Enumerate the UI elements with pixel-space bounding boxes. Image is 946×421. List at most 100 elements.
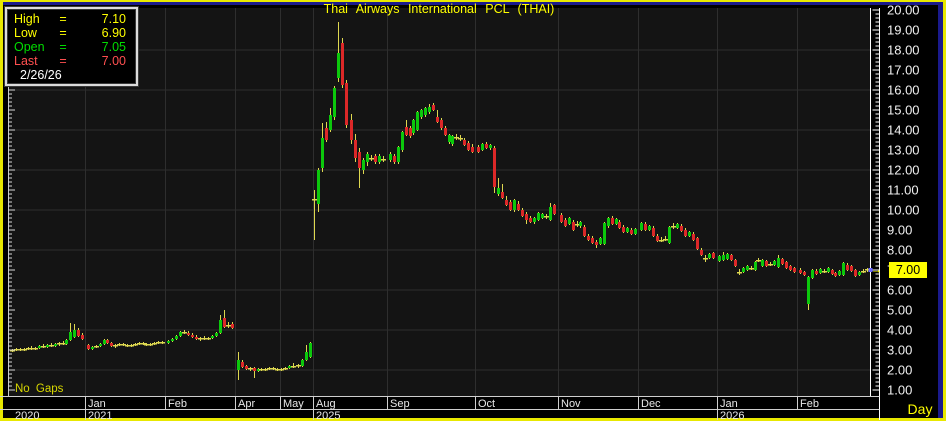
candle bbox=[807, 277, 810, 304]
candle bbox=[850, 266, 853, 271]
candle bbox=[680, 226, 683, 231]
candle bbox=[595, 242, 598, 245]
candle bbox=[644, 224, 647, 230]
candle bbox=[861, 271, 866, 273]
candle bbox=[754, 262, 757, 270]
candle bbox=[420, 110, 423, 117]
candle bbox=[358, 152, 361, 168]
interval-label[interactable]: Day bbox=[900, 401, 940, 417]
candle bbox=[179, 332, 182, 336]
candle bbox=[389, 154, 392, 160]
candle bbox=[191, 335, 194, 337]
candle bbox=[696, 238, 699, 249]
candle bbox=[497, 188, 500, 194]
candle bbox=[789, 266, 792, 270]
candle bbox=[393, 156, 396, 162]
candle bbox=[397, 147, 400, 162]
month-label: Jan bbox=[88, 398, 106, 410]
quote-info-row: Low=6.90 bbox=[14, 26, 134, 40]
candle bbox=[41, 346, 46, 348]
candle bbox=[103, 340, 106, 344]
candle bbox=[854, 270, 857, 276]
candle bbox=[409, 128, 412, 136]
last-price-arrow-icon: → bbox=[871, 262, 882, 278]
y-axis-label: 10.00 bbox=[887, 203, 920, 218]
candle bbox=[737, 272, 742, 274]
candle bbox=[401, 132, 404, 150]
quote-date: 2/26/26 bbox=[14, 68, 134, 82]
quote-value: 7.00 bbox=[72, 54, 134, 68]
candlestick-chart[interactable]: 20.0019.0018.0017.0016.0015.0014.0013.00… bbox=[0, 0, 946, 421]
candle bbox=[525, 214, 528, 220]
y-axis-label: 17.00 bbox=[887, 63, 920, 78]
candle bbox=[301, 360, 304, 366]
candle bbox=[175, 336, 178, 339]
y-axis-label: 14.00 bbox=[887, 123, 920, 138]
candle bbox=[33, 348, 38, 350]
candle bbox=[726, 254, 729, 259]
candle bbox=[708, 254, 711, 258]
month-label: Apr bbox=[238, 398, 255, 410]
candle bbox=[73, 330, 76, 337]
candle bbox=[815, 271, 818, 274]
equals-sign: = bbox=[54, 26, 72, 40]
month-label: Feb bbox=[800, 398, 819, 410]
candle bbox=[195, 337, 198, 339]
year-label: 2020 bbox=[15, 410, 39, 421]
candle bbox=[648, 226, 651, 230]
candle bbox=[517, 204, 520, 210]
candle bbox=[329, 115, 332, 130]
candle bbox=[579, 222, 582, 226]
candle bbox=[405, 127, 408, 135]
candle bbox=[187, 333, 190, 335]
quote-info-row: High=7.10 bbox=[14, 12, 134, 26]
candle bbox=[467, 143, 470, 150]
y-axis-label: 13.00 bbox=[887, 143, 920, 158]
candle bbox=[842, 263, 845, 275]
candle bbox=[742, 268, 745, 272]
candle bbox=[237, 360, 240, 370]
y-axis-label: 9.00 bbox=[887, 223, 912, 238]
candle bbox=[366, 154, 369, 162]
candle bbox=[587, 236, 590, 240]
candle bbox=[381, 159, 386, 161]
quote-label: High bbox=[14, 12, 54, 26]
y-axis-label: 16.00 bbox=[887, 83, 920, 98]
candle bbox=[369, 158, 374, 160]
candle bbox=[777, 258, 780, 267]
quote-label: Last bbox=[14, 54, 54, 68]
candle bbox=[211, 336, 214, 338]
candle bbox=[99, 344, 102, 346]
candle bbox=[756, 260, 761, 262]
candle bbox=[49, 345, 54, 347]
candle bbox=[219, 320, 222, 333]
candle bbox=[288, 366, 291, 368]
candle bbox=[436, 117, 439, 122]
candle bbox=[451, 136, 454, 144]
y-axis-label: 3.00 bbox=[887, 343, 912, 358]
candle bbox=[87, 345, 90, 349]
y-axis-label: 8.00 bbox=[887, 243, 912, 258]
candle bbox=[226, 325, 231, 327]
candle bbox=[537, 213, 540, 220]
candle bbox=[424, 108, 427, 115]
quote-value: 6.90 bbox=[72, 26, 134, 40]
candle bbox=[730, 255, 733, 260]
candle bbox=[463, 140, 466, 145]
candle bbox=[477, 147, 480, 152]
candle bbox=[489, 145, 492, 148]
candle bbox=[458, 138, 463, 140]
candle bbox=[206, 338, 211, 340]
candle bbox=[765, 261, 768, 266]
candle bbox=[768, 264, 773, 266]
candle bbox=[822, 271, 827, 273]
candle bbox=[549, 207, 552, 220]
month-label: Aug bbox=[316, 398, 336, 410]
candle bbox=[337, 53, 340, 78]
year-label: 2025 bbox=[316, 410, 340, 421]
candle bbox=[761, 260, 764, 266]
candle bbox=[440, 120, 443, 128]
candle bbox=[858, 272, 861, 275]
candle bbox=[223, 318, 226, 327]
candle bbox=[722, 255, 725, 260]
